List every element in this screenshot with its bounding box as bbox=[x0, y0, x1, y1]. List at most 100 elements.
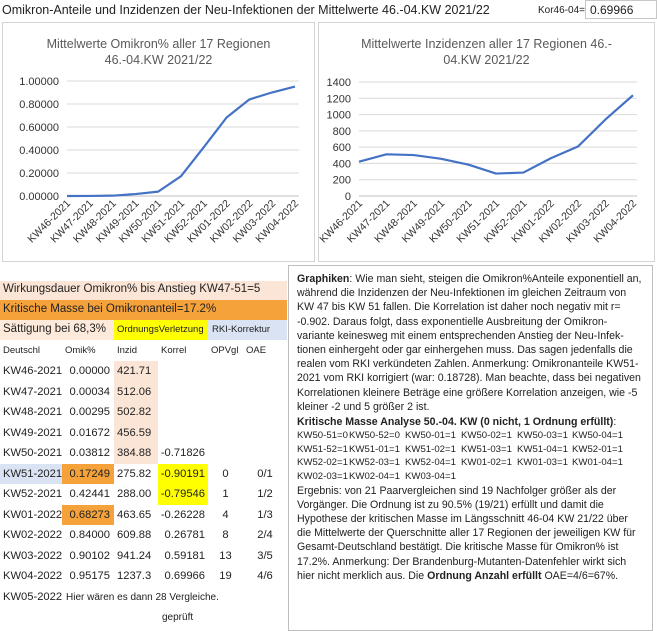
data-table: Deutschl Omik% Inzid Korrel OPVgl OAE KW46-202… bbox=[0, 342, 287, 631]
table-footer-row: geprüft bbox=[0, 607, 287, 627]
omik-cell[interactable]: 0.84000 bbox=[62, 525, 114, 546]
inzid-cell[interactable]: 512.06 bbox=[114, 381, 158, 402]
y-tick-label: 600 bbox=[333, 142, 351, 154]
korrel-cell[interactable] bbox=[158, 382, 208, 403]
oae-cell[interactable] bbox=[243, 402, 287, 423]
week-cell[interactable]: KW49-2021 bbox=[0, 423, 62, 444]
comparison-entry: KW51-01=1 bbox=[349, 443, 400, 455]
omik-cell[interactable]: 0.00295 bbox=[62, 402, 114, 423]
week-cell[interactable]: KW50-2021 bbox=[0, 443, 62, 464]
kritische-masse-colon: : bbox=[613, 416, 617, 429]
series-line bbox=[358, 94, 634, 175]
comparison-entry: KW50-04=1 bbox=[572, 430, 623, 442]
inzid-cell[interactable]: 384.88 bbox=[114, 443, 158, 464]
week-cell[interactable]: KW47-2021 bbox=[0, 382, 62, 403]
opvgl-cell[interactable]: 0 bbox=[208, 464, 243, 485]
series-line bbox=[66, 85, 296, 198]
correlation-value-cell[interactable]: 0.69966 bbox=[585, 0, 657, 19]
oae-cell[interactable]: 3/5 bbox=[243, 546, 287, 567]
y-tick-label: 0.40000 bbox=[19, 145, 59, 157]
comparison-entry: KW51-52=1 bbox=[297, 443, 348, 455]
inzid-cell[interactable]: 463.65 bbox=[114, 505, 158, 526]
opvgl-cell[interactable] bbox=[208, 443, 243, 464]
week-cell[interactable]: KW51-2021 bbox=[0, 463, 62, 484]
oae-cell[interactable]: 2/4 bbox=[243, 525, 287, 546]
opvgl-cell[interactable] bbox=[208, 361, 243, 382]
inzid-cell[interactable]: 275.82 bbox=[114, 464, 158, 485]
column-header[interactable]: OPVgl bbox=[208, 342, 243, 359]
column-header[interactable]: OAE bbox=[243, 342, 285, 359]
omik-cell[interactable]: 0.17249 bbox=[62, 463, 114, 484]
column-header[interactable]: Inzid bbox=[114, 342, 158, 359]
korrel-cell[interactable]: 0.26781 bbox=[158, 525, 208, 546]
korrel-cell[interactable]: 0.69966 bbox=[158, 566, 208, 587]
opvgl-cell[interactable]: 4 bbox=[208, 505, 243, 526]
oae-cell[interactable]: 4/6 bbox=[243, 566, 287, 587]
column-header[interactable]: Korrel bbox=[158, 342, 208, 359]
oae-cell[interactable] bbox=[243, 361, 287, 382]
column-header[interactable]: Omik% bbox=[62, 342, 114, 359]
comparison-entry: KW51-04=1 bbox=[517, 443, 568, 455]
korrel-cell[interactable]: -0.71826 bbox=[158, 443, 208, 464]
omik-cell[interactable]: 0.03812 bbox=[62, 443, 114, 464]
oae-cell[interactable]: 0/1 bbox=[243, 464, 287, 485]
table-row: KW46-2021 0.00000 421.71 bbox=[0, 361, 287, 382]
oae-cell[interactable]: 1/2 bbox=[243, 484, 287, 505]
omik-cell[interactable]: 0.68273 bbox=[62, 504, 114, 525]
y-tick-label: 1.00000 bbox=[19, 76, 59, 88]
week-cell[interactable]: KW46-2021 bbox=[0, 361, 62, 382]
comparison-entry: KW52-02=1 bbox=[297, 457, 348, 469]
inzid-cell[interactable]: 1237.3 bbox=[114, 566, 158, 587]
inzid-cell[interactable]: 456.59 bbox=[114, 422, 158, 443]
week-cell[interactable]: KW03-2022 bbox=[0, 546, 62, 567]
omik-cell[interactable]: 0.01672 bbox=[62, 423, 114, 444]
week-cell[interactable]: KW01-2022 bbox=[0, 505, 62, 526]
omik-cell[interactable]: 0.95175 bbox=[62, 566, 114, 587]
oae-cell[interactable] bbox=[243, 382, 287, 403]
gepruft-cell[interactable]: geprüft bbox=[162, 607, 222, 627]
week-cell[interactable]: KW52-2021 bbox=[0, 484, 62, 505]
table-row: KW01-2022 0.68273 463.65 -0.26228 4 1/3 bbox=[0, 504, 287, 526]
omik-cell[interactable]: 0.00034 bbox=[62, 382, 114, 403]
korrel-cell[interactable]: -0.26228 bbox=[158, 505, 208, 526]
opvgl-cell[interactable] bbox=[208, 423, 243, 444]
week-cell[interactable]: KW05-2022 bbox=[0, 587, 62, 608]
oae-cell[interactable]: 1/3 bbox=[243, 505, 287, 526]
table-header-row: Deutschl Omik% Inzid Korrel OPVgl OAE bbox=[0, 342, 287, 359]
opvgl-cell[interactable] bbox=[208, 382, 243, 403]
inzid-cell[interactable]: 288.00 bbox=[114, 484, 158, 505]
rki-korrektur-cell: RKI-Korrektur bbox=[207, 320, 287, 340]
oae-cell[interactable] bbox=[243, 423, 287, 444]
omik-cell[interactable]: 0.00000 bbox=[62, 361, 114, 382]
kritische-masse-row: Kritische Masse bei Omikronanteil=17.2% bbox=[0, 300, 287, 320]
korrel-cell[interactable] bbox=[158, 402, 208, 423]
note-cell[interactable]: Hier wären es dann 28 Vergleiche. bbox=[66, 587, 286, 608]
korrel-cell[interactable]: -0.79546 bbox=[158, 484, 208, 505]
week-cell[interactable]: KW48-2021 bbox=[0, 402, 62, 423]
korrel-cell[interactable] bbox=[158, 361, 208, 382]
omik-cell[interactable]: 0.42441 bbox=[62, 484, 114, 505]
table-row: KW48-2021 0.00295 502.82 bbox=[0, 402, 287, 423]
omikron-chart[interactable]: Mittelwerte Omikron% aller 17 Regionen 4… bbox=[2, 22, 315, 262]
inzid-cell[interactable]: 502.82 bbox=[114, 402, 158, 423]
omik-cell[interactable]: 0.90102 bbox=[62, 546, 114, 567]
korrel-cell[interactable] bbox=[158, 423, 208, 444]
korrel-cell[interactable]: -0.90191 bbox=[158, 463, 208, 484]
opvgl-cell[interactable] bbox=[208, 402, 243, 423]
inzid-cell[interactable]: 941.24 bbox=[114, 546, 158, 567]
opvgl-cell[interactable]: 1 bbox=[208, 484, 243, 505]
opvgl-cell[interactable]: 13 bbox=[208, 546, 243, 567]
opvgl-cell[interactable]: 19 bbox=[208, 566, 243, 587]
inzid-cell[interactable]: 609.88 bbox=[114, 525, 158, 546]
inzid-cell[interactable]: 421.71 bbox=[114, 361, 158, 382]
korrel-cell[interactable]: 0.59181 bbox=[158, 546, 208, 567]
oae-cell[interactable] bbox=[243, 443, 287, 464]
y-tick-label: 800 bbox=[333, 126, 351, 138]
column-header[interactable]: Deutschl bbox=[0, 342, 62, 359]
inzidenz-chart[interactable]: Mittelwerte Inzidenzen aller 17 Regionen… bbox=[318, 22, 655, 262]
week-cell[interactable]: KW02-2022 bbox=[0, 525, 62, 546]
y-tick-label: 1200 bbox=[327, 93, 351, 105]
analysis-textbox[interactable]: Graphiken: Wie man sieht, steigen die Om… bbox=[288, 265, 653, 631]
week-cell[interactable]: KW04-2022 bbox=[0, 566, 62, 587]
opvgl-cell[interactable]: 8 bbox=[208, 525, 243, 546]
